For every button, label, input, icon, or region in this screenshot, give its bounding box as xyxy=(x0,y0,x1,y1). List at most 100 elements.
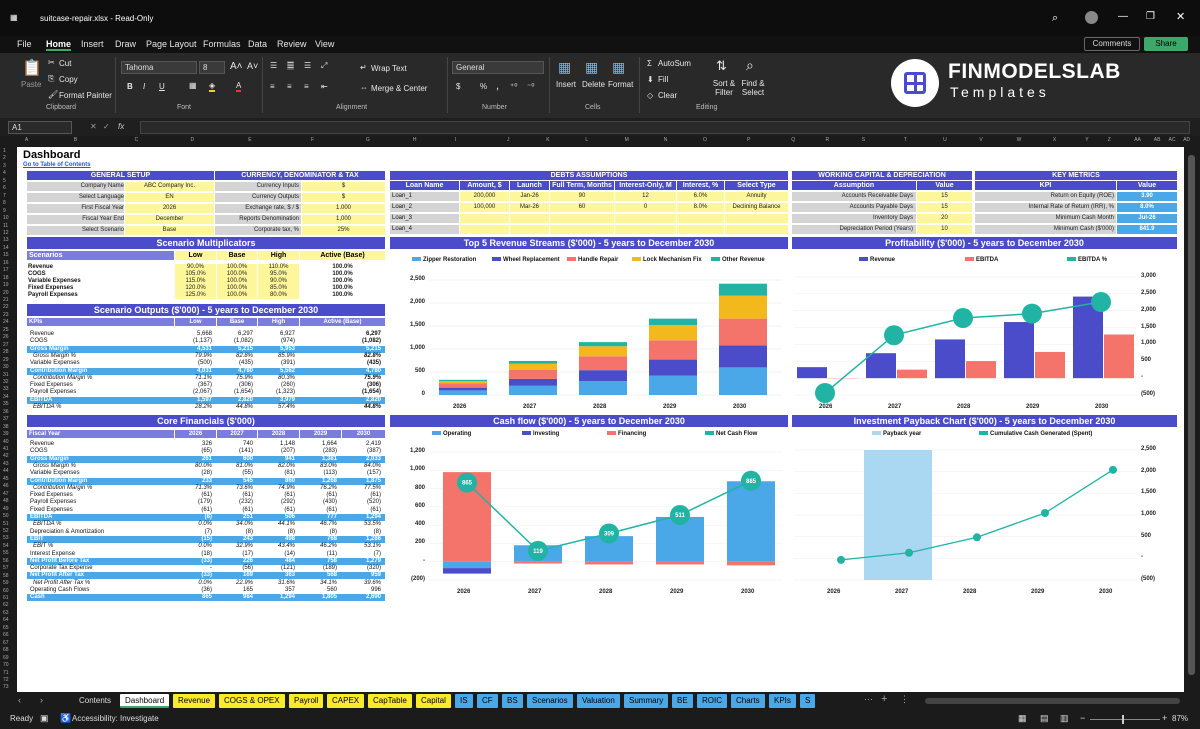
decrease-decimal-icon[interactable]: ⁻⁰ xyxy=(527,82,534,91)
wrap-text-icon[interactable]: ↵ xyxy=(360,63,367,72)
accessibility-status[interactable]: Accessibility: Investigate xyxy=(72,714,159,723)
row-header[interactable]: 45 xyxy=(3,476,9,482)
column-header[interactable]: O xyxy=(703,137,707,143)
font-name-box[interactable]: Tahoma xyxy=(121,61,197,74)
column-header[interactable]: Q xyxy=(791,137,795,143)
row-header[interactable]: 17 xyxy=(3,267,9,273)
format-button[interactable]: Format xyxy=(608,80,633,89)
share-button[interactable]: Share xyxy=(1144,37,1188,51)
worksheet[interactable]: Dashboard Go to Table of Contents GENERA… xyxy=(17,147,1184,692)
menu-formulas[interactable]: Formulas xyxy=(203,39,241,49)
menu-view[interactable]: View xyxy=(315,39,334,49)
copy-button[interactable]: Copy xyxy=(59,75,78,84)
autosum-button[interactable]: AutoSum xyxy=(658,59,691,68)
row-header[interactable]: 65 xyxy=(3,625,9,631)
italic-button[interactable]: I xyxy=(143,82,145,91)
row-header[interactable]: 71 xyxy=(3,670,9,676)
row-header[interactable]: 23 xyxy=(3,312,9,318)
row-header[interactable]: 46 xyxy=(3,483,9,489)
fill-color-icon[interactable]: ◈ xyxy=(209,81,216,92)
tab-bs[interactable]: BS xyxy=(502,694,523,708)
align-top-icon[interactable]: ☰ xyxy=(270,61,277,70)
cut-icon[interactable]: ✂ xyxy=(48,58,55,67)
paste-button[interactable]: Paste xyxy=(21,80,41,89)
row-header[interactable]: 34 xyxy=(3,394,9,400)
tab-scenarios[interactable]: Scenarios xyxy=(527,694,573,708)
page-layout-view-icon[interactable]: ▤ xyxy=(1040,713,1049,724)
column-header[interactable]: R xyxy=(826,137,830,143)
vertical-scrollbar[interactable] xyxy=(1184,147,1200,692)
column-header[interactable]: S xyxy=(862,137,865,143)
column-header[interactable]: H xyxy=(413,137,417,143)
column-header[interactable]: T xyxy=(904,137,907,143)
row-header[interactable]: 1 xyxy=(3,148,6,154)
insert-cells-icon[interactable]: ▦ xyxy=(558,59,571,76)
comments-button[interactable]: Comments xyxy=(1084,37,1140,51)
fill-button[interactable]: Fill xyxy=(658,75,668,84)
tab-kpis[interactable]: KPIs xyxy=(769,694,796,708)
paste-icon[interactable]: 📋 xyxy=(22,58,42,78)
increase-decimal-icon[interactable]: ⁺⁰ xyxy=(510,82,517,91)
row-header[interactable]: 42 xyxy=(3,453,9,459)
tab-payroll[interactable]: Payroll xyxy=(289,694,324,708)
row-header[interactable]: 18 xyxy=(3,275,9,281)
tab-cf[interactable]: CF xyxy=(477,694,498,708)
row-header[interactable]: 14 xyxy=(3,245,9,251)
row-header[interactable]: 68 xyxy=(3,647,9,653)
column-header[interactable]: AD xyxy=(1183,137,1190,143)
increase-font-icon[interactable]: A˄ xyxy=(230,61,243,72)
row-header[interactable]: 8 xyxy=(3,200,6,206)
row-header[interactable]: 26 xyxy=(3,334,9,340)
column-header[interactable]: C xyxy=(135,137,139,143)
column-header[interactable]: G xyxy=(366,137,370,143)
tab-capex[interactable]: CAPEX xyxy=(327,694,365,708)
row-header[interactable]: 28 xyxy=(3,349,9,355)
column-header[interactable]: L xyxy=(585,137,588,143)
row-header[interactable]: 19 xyxy=(3,282,9,288)
cut-button[interactable]: Cut xyxy=(59,59,71,68)
zoom-level[interactable]: 87% xyxy=(1172,714,1188,723)
row-header[interactable]: 16 xyxy=(3,260,9,266)
comma-button[interactable]: , xyxy=(496,80,499,92)
tab-s[interactable]: S xyxy=(800,694,816,708)
fx-button[interactable]: fx xyxy=(118,122,124,131)
align-middle-icon[interactable]: ☰ xyxy=(287,61,295,70)
menu-page-layout[interactable]: Page Layout xyxy=(146,39,197,49)
row-header[interactable]: 4 xyxy=(3,170,6,176)
percent-button[interactable]: % xyxy=(480,82,487,91)
align-left-icon[interactable]: ≡ xyxy=(270,82,275,91)
row-header[interactable]: 33 xyxy=(3,386,9,392)
scroll-thumb[interactable] xyxy=(1188,155,1195,675)
zoom-thumb[interactable] xyxy=(1122,715,1124,724)
row-header[interactable]: 63 xyxy=(3,610,9,616)
row-header[interactable]: 25 xyxy=(3,327,9,333)
tab-revenue[interactable]: Revenue xyxy=(173,694,216,708)
column-header[interactable]: I xyxy=(455,137,456,143)
autosum-icon[interactable]: Σ xyxy=(647,59,652,68)
row-header[interactable]: 66 xyxy=(3,632,9,638)
accessibility-icon[interactable]: ♿ xyxy=(60,713,71,724)
row-header[interactable]: 52 xyxy=(3,528,9,534)
copy-icon[interactable]: ⎘ xyxy=(48,74,54,84)
tab-next-icon[interactable]: › xyxy=(40,695,43,705)
tab-capital[interactable]: Capital xyxy=(416,694,451,708)
column-header[interactable]: W xyxy=(1017,137,1022,143)
menu-review[interactable]: Review xyxy=(277,39,307,49)
row-header[interactable]: 50 xyxy=(3,513,9,519)
row-header[interactable]: 47 xyxy=(3,491,9,497)
row-header[interactable]: 24 xyxy=(3,319,9,325)
tab-charts[interactable]: Charts xyxy=(731,694,765,708)
row-header[interactable]: 3 xyxy=(3,163,6,169)
row-header[interactable]: 44 xyxy=(3,468,9,474)
row-header[interactable]: 41 xyxy=(3,446,9,452)
enter-icon[interactable]: ✓ xyxy=(103,122,110,131)
align-bottom-icon[interactable]: ☰ xyxy=(304,61,311,70)
column-header[interactable]: N xyxy=(664,137,668,143)
column-header[interactable]: F xyxy=(311,137,314,143)
sort-filter-icon[interactable]: ⇅ xyxy=(716,58,727,74)
row-header[interactable]: 5 xyxy=(3,178,6,184)
row-header[interactable]: 13 xyxy=(3,237,9,243)
row-header[interactable]: 55 xyxy=(3,550,9,556)
font-color-icon[interactable]: A xyxy=(236,81,242,92)
row-header[interactable]: 10 xyxy=(3,215,9,221)
